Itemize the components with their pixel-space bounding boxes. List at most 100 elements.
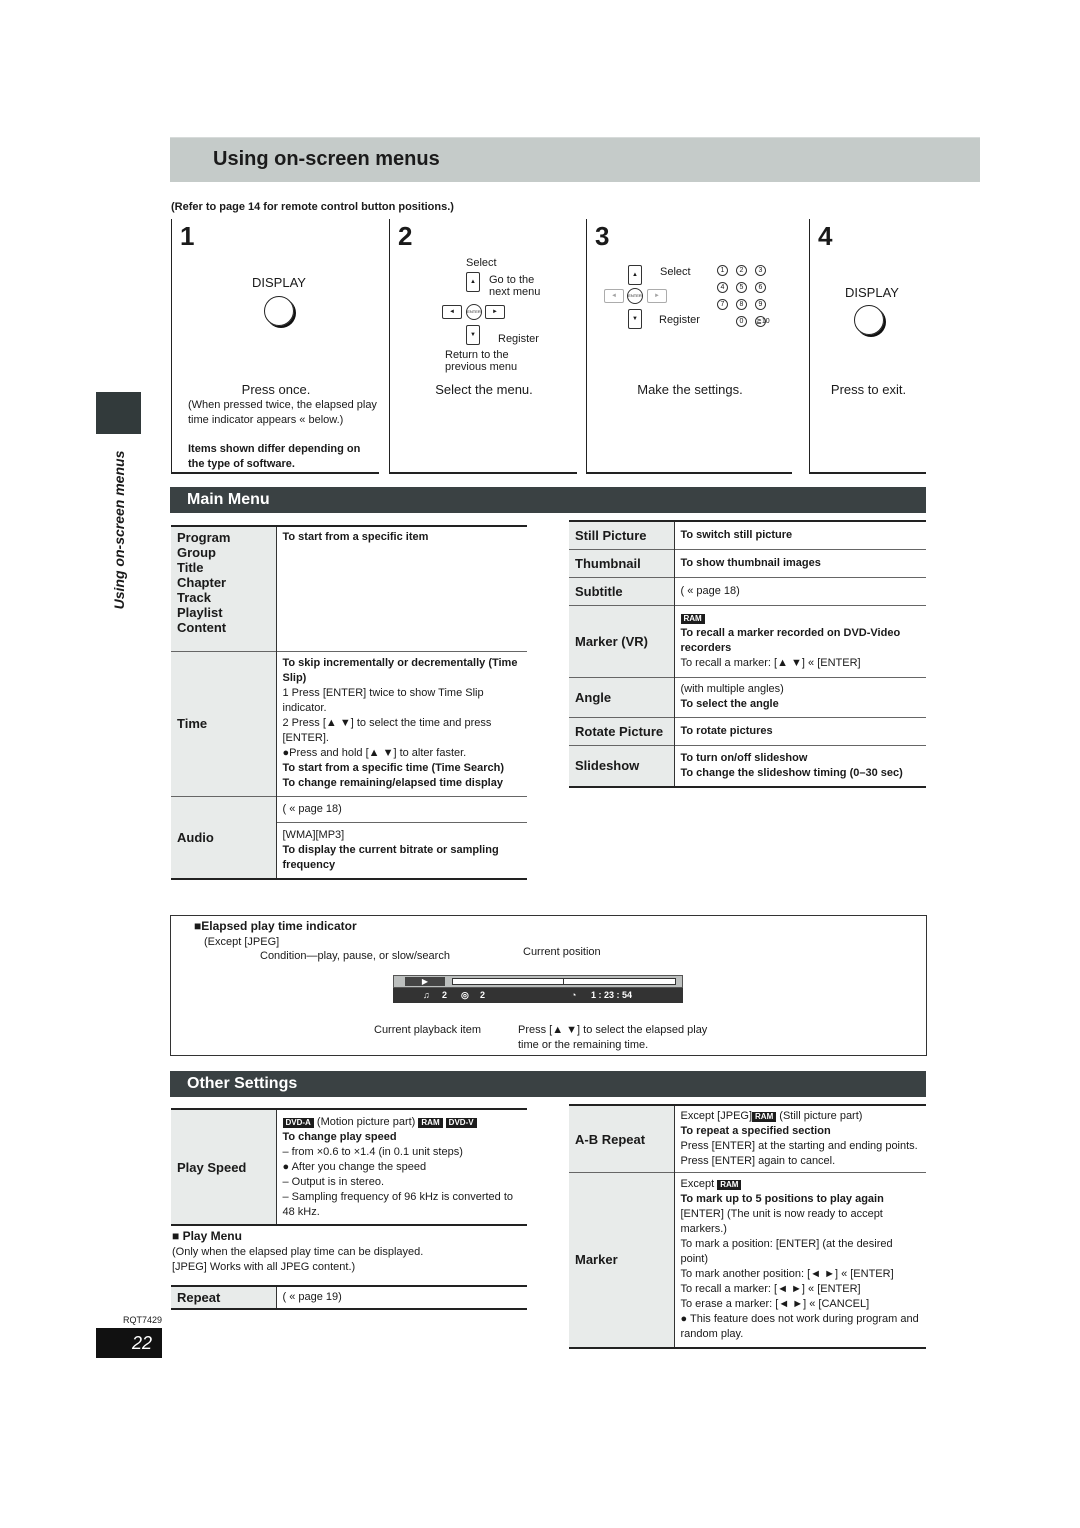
step-caption: Select the menu.	[435, 382, 533, 397]
desc-line: – Sampling frequency of 96 kHz is conver…	[282, 1190, 514, 1218]
number-key-icon: 5	[736, 282, 747, 293]
repeat-key: Repeat	[171, 1286, 277, 1309]
row-desc: DVD-A (Motion picture part) RAM DVD-V To …	[276, 1109, 527, 1225]
page-title: Using on-screen menus	[213, 148, 440, 170]
register-label: Register	[659, 314, 700, 326]
row-desc: To turn on/off slideshow To change the sl…	[674, 745, 926, 787]
row-desc: To show thumbnail images	[674, 549, 926, 577]
playback-label: Current playback item	[374, 1024, 481, 1036]
play-menu-note: (Only when the elapsed play time can be …	[172, 1246, 424, 1258]
item-number: 2	[480, 990, 486, 1000]
desc-line: To recall a marker: [◄ ►] « [ENTER]	[680, 1283, 861, 1296]
desc-line: To start from a specific time (Time Sear…	[282, 762, 505, 774]
menu-item-key: Still Picture	[569, 521, 675, 549]
table-row: Thumbnail To show thumbnail images	[569, 549, 926, 577]
desc-line: – from ×0.6 to ×1.4 (in 0.1 unit steps)	[282, 1145, 463, 1158]
table-row: Repeat ( « page 19)	[171, 1286, 527, 1309]
page-title-bar: Using on-screen menus	[170, 137, 980, 182]
play-speed-key: Play Speed	[171, 1109, 277, 1225]
table-row: Subtitle ( « page 18)	[569, 577, 926, 605]
display-label: DISPLAY	[845, 285, 899, 300]
display-button-icon	[264, 296, 294, 326]
desc-line: To change the slideshow timing (0–30 sec…	[680, 766, 903, 779]
row-keys: Audio	[171, 796, 277, 879]
step-caption: Press once.	[241, 382, 311, 397]
row-desc: To skip incrementally or decrementally (…	[276, 651, 527, 796]
step-1: 1 DISPLAY Press once. (When pressed twic…	[171, 219, 379, 474]
main-menu-heading: Main Menu	[170, 487, 926, 513]
table-row: A-B Repeat Except [JPEG] RAM (Still pictu…	[569, 1105, 926, 1173]
desc-line: To display the current bitrate or sampli…	[282, 843, 499, 871]
play-speed-table: Play Speed DVD-A (Motion picture part) R…	[171, 1108, 527, 1226]
chapter-icon: ◎	[461, 990, 469, 1000]
badge-note: (Motion picture part)	[313, 1115, 419, 1128]
desc-line: [WMA][MP3]	[282, 828, 345, 841]
up-arrow-key-icon: ▲	[466, 272, 480, 292]
disc-type-badge: DVD-V	[445, 1117, 477, 1128]
time-readout: 1 : 23 : 54	[591, 990, 633, 1000]
step-4: 4 DISPLAY Press to exit.	[809, 219, 926, 474]
desc-line: To select the angle	[680, 698, 779, 710]
table-row: Still Picture To switch still picture	[569, 521, 926, 549]
table-row: Program Group Title Chapter Track Playlist Con…	[171, 526, 527, 651]
row-desc: ( « page 18)	[674, 577, 926, 605]
desc-line: 1 Press [ENTER] twice to show Time Slip …	[282, 687, 484, 714]
item-number: 2	[442, 990, 448, 1000]
desc-line: To start from a specific item	[282, 531, 429, 543]
menu-item-key: Marker (VR)	[569, 605, 675, 677]
desc-line: To skip incrementally or decrementally (…	[282, 657, 518, 684]
condition-label: Condition—play, pause, or slow/search	[260, 950, 450, 962]
main-menu-table-right: Still Picture To switch still picture Thum…	[569, 520, 926, 788]
select-label: Select	[660, 266, 691, 278]
number-key-icon: 7	[717, 299, 728, 310]
row-desc: (with multiple angles) To select the angl…	[674, 677, 926, 717]
menu-item-key: Angle	[569, 677, 675, 717]
row-keys: Time	[171, 651, 277, 796]
play-menu-note: [JPEG] Works with all JPEG content.)	[172, 1261, 356, 1273]
position-label: Current position	[523, 946, 601, 958]
left-arrow-key-icon: ◄	[604, 289, 624, 303]
play-state-icon: ▶	[405, 977, 445, 986]
elapsed-except: (Except [JPEG]	[204, 936, 280, 948]
table-row: Play Speed DVD-A (Motion picture part) R…	[171, 1109, 527, 1225]
display-label: DISPLAY	[252, 275, 306, 290]
enter-key-icon: ENTER	[627, 288, 643, 304]
table-row: Marker (VR) RAM To recall a marker recorde…	[569, 605, 926, 677]
select-label: Select	[466, 257, 497, 269]
right-arrow-key-icon: ►	[647, 289, 667, 303]
row-desc: Except [JPEG] RAM (Still picture part) To …	[674, 1105, 926, 1173]
number-key-icon: 9	[755, 299, 766, 310]
menu-item-key: Content	[177, 620, 227, 635]
desc-line: To repeat a specified section	[680, 1125, 831, 1137]
desc-line: To turn on/off slideshow	[680, 751, 808, 764]
desc-line: ● This feature does not work during prog…	[680, 1313, 919, 1341]
disc-type-badge: RAM	[752, 1112, 777, 1122]
menu-item-key: Time	[177, 716, 208, 731]
table-row: Audio ( « page 18) [WMA][MP3] To display …	[171, 796, 527, 879]
title-icon: ♫	[423, 990, 430, 1000]
register-label: Register	[498, 333, 539, 345]
desc-line: 2 Press [▲ ▼] to select the time and pre…	[282, 717, 492, 744]
step-number: 2	[398, 221, 413, 251]
number-key-icon: 2	[736, 265, 747, 276]
menu-item-key: Playlist	[177, 605, 223, 620]
down-arrow-key-icon: ▼	[466, 325, 480, 345]
left-arrow-key-icon: ◄	[442, 305, 462, 319]
row-desc: Except RAM To mark up to 5 positions to p…	[680, 1178, 919, 1341]
menu-item-key: Chapter	[177, 575, 227, 590]
desc-line: – Output is in stereo.	[282, 1175, 385, 1188]
repeat-value: ( « page 19)	[282, 1291, 342, 1303]
side-tab-block	[96, 392, 141, 434]
desc-line: ( « page 18)	[282, 802, 342, 815]
enter-key-icon: ENTER	[466, 304, 482, 320]
ab-repeat-key: A-B Repeat	[569, 1105, 675, 1173]
desc-line: ●Press and hold [▲ ▼] to alter faster.	[282, 747, 467, 759]
select-time-label: Press [▲ ▼] to select the elapsed play t…	[518, 1024, 708, 1051]
desc-line: To switch still picture	[680, 528, 793, 541]
main-menu-table-left: Program Group Title Chapter Track Playlist Con…	[171, 525, 527, 880]
desc-line: To mark another position: [◄ ►] « [ENTER…	[680, 1268, 894, 1281]
step-2: 2 Select Go to the next menu ▲ ◄ ENTER ►…	[389, 219, 577, 474]
other-settings-heading: Other Settings	[170, 1071, 926, 1097]
page-number: 22	[96, 1328, 162, 1358]
number-key-icon: 6	[755, 282, 766, 293]
